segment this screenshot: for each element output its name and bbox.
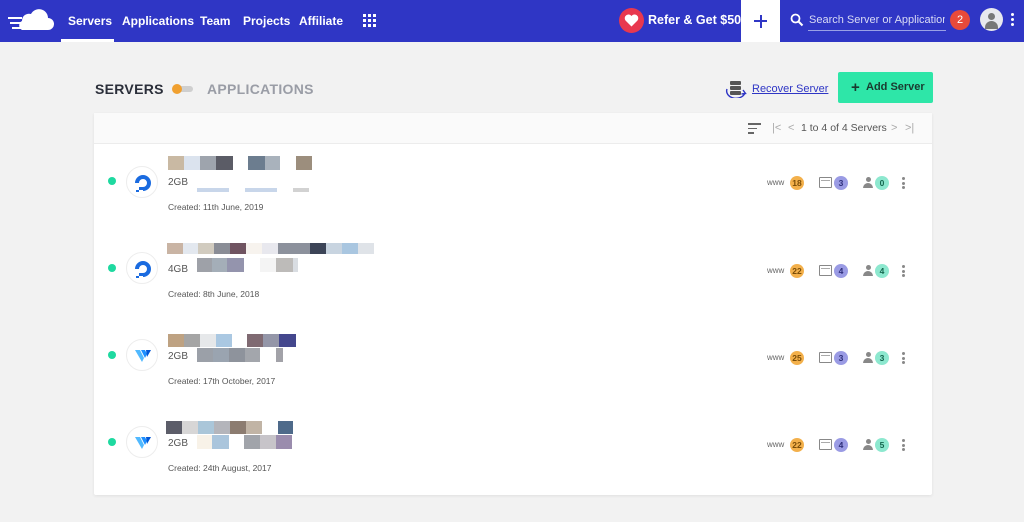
status-online-indicator [108, 264, 116, 272]
folder-icon [819, 265, 832, 276]
sort-icon[interactable] [748, 123, 761, 134]
row-kebab-menu-icon[interactable] [902, 265, 905, 277]
nav-applications[interactable]: Applications [122, 14, 194, 28]
members-count-badge[interactable]: 5 [875, 438, 889, 452]
members-count-badge[interactable]: 3 [875, 351, 889, 365]
server-name-redacted [168, 156, 312, 170]
projects-count-badge[interactable]: 3 [834, 351, 848, 365]
status-online-indicator [108, 177, 116, 185]
digitalocean-icon [126, 166, 158, 198]
nav-affiliate[interactable]: Affiliate [299, 14, 343, 28]
add-server-button[interactable]: + Add Server [838, 72, 933, 103]
server-size: 4GB [168, 264, 189, 275]
quick-add-button[interactable] [741, 0, 780, 42]
pagination-info: 1 to 4 of 4 Servers [801, 122, 887, 134]
nav-servers[interactable]: Servers [68, 14, 112, 28]
notification-badge[interactable]: 2 [950, 10, 970, 30]
www-label: www [767, 178, 785, 187]
projects-count-badge[interactable]: 4 [834, 264, 848, 278]
www-label: www [767, 353, 785, 362]
server-ip-redacted [197, 435, 292, 449]
server-name-redacted [166, 421, 293, 434]
created-date: Created: 24th August, 2017 [168, 463, 272, 473]
applications-count-badge[interactable]: 25 [790, 351, 804, 365]
servers-applications-toggle[interactable] [172, 84, 193, 94]
applications-heading[interactable]: APPLICATIONS [207, 81, 314, 97]
digitalocean-icon [126, 252, 158, 284]
vultr-icon [126, 426, 158, 458]
servers-list-card: |< < 1 to 4 of 4 Servers > >| 2GB Create… [94, 113, 932, 495]
members-count-badge[interactable]: 4 [875, 264, 889, 278]
row-kebab-menu-icon[interactable] [902, 439, 905, 451]
members-count-badge[interactable]: 0 [875, 176, 889, 190]
kebab-menu-icon[interactable] [1011, 13, 1015, 27]
nav-team[interactable]: Team [200, 14, 230, 28]
folder-icon [819, 177, 832, 188]
vultr-icon [126, 339, 158, 371]
person-icon [863, 352, 873, 364]
row-kebab-menu-icon[interactable] [902, 177, 905, 189]
search-icon [790, 13, 804, 27]
server-row[interactable]: 2GB Created: 11th June, 2019 www 18 3 0 [94, 144, 932, 231]
www-label: www [767, 440, 785, 449]
server-name-redacted [167, 243, 374, 254]
last-page-icon[interactable]: >| [905, 122, 914, 134]
list-toolbar: |< < 1 to 4 of 4 Servers > >| [94, 113, 932, 144]
server-size: 2GB [168, 177, 189, 188]
top-nav-bar: Servers Applications Team Projects Affil… [0, 0, 1024, 42]
created-date: Created: 17th October, 2017 [168, 376, 276, 386]
status-online-indicator [108, 351, 116, 359]
plus-icon: + [851, 79, 860, 96]
applications-count-badge[interactable]: 18 [790, 176, 804, 190]
folder-icon [819, 352, 832, 363]
cloudways-logo-icon[interactable] [8, 8, 54, 34]
created-date: Created: 8th June, 2018 [168, 289, 260, 299]
projects-count-badge[interactable]: 3 [834, 176, 848, 190]
person-icon [863, 177, 873, 189]
apps-grid-icon[interactable] [363, 14, 376, 27]
server-ip-redacted [197, 188, 309, 192]
heart-icon[interactable] [619, 8, 644, 33]
search-input[interactable] [808, 9, 946, 31]
row-kebab-menu-icon[interactable] [902, 352, 905, 364]
server-recover-icon [725, 81, 747, 98]
user-avatar-icon[interactable] [980, 8, 1003, 31]
server-row[interactable]: 4GB Created: 8th June, 2018 www 22 4 4 [94, 231, 932, 318]
folder-icon [819, 439, 832, 450]
server-ip-redacted [197, 348, 283, 362]
next-page-icon[interactable]: > [891, 122, 897, 134]
server-ip-redacted [197, 258, 298, 272]
projects-count-badge[interactable]: 4 [834, 438, 848, 452]
server-size: 2GB [168, 438, 189, 449]
recover-server-link[interactable]: Recover Server [752, 83, 828, 95]
applications-count-badge[interactable]: 22 [790, 438, 804, 452]
server-name-redacted [168, 334, 296, 347]
server-row[interactable]: 2GB Created: 24th August, 2017 www 22 4 … [94, 405, 932, 492]
created-date: Created: 11th June, 2019 [168, 202, 264, 212]
www-label: www [767, 266, 785, 275]
nav-projects[interactable]: Projects [243, 14, 290, 28]
person-icon [863, 265, 873, 277]
refer-link[interactable]: Refer & Get $50 [648, 13, 741, 27]
add-server-label: Add Server [866, 81, 925, 93]
applications-count-badge[interactable]: 22 [790, 264, 804, 278]
prev-page-icon[interactable]: < [788, 122, 794, 134]
person-icon [863, 439, 873, 451]
first-page-icon[interactable]: |< [772, 122, 781, 134]
server-row[interactable]: 2GB Created: 17th October, 2017 www 25 3… [94, 318, 932, 405]
nav-active-indicator [61, 39, 114, 42]
server-size: 2GB [168, 351, 189, 362]
servers-heading: SERVERS [95, 81, 164, 97]
status-online-indicator [108, 438, 116, 446]
